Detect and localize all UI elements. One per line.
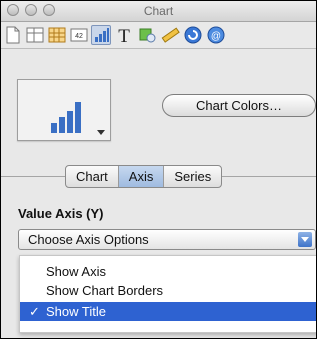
chart-icon[interactable] [91,25,111,45]
value-axis-label: Value Axis (Y) [18,206,104,221]
menu-item-show-title[interactable]: ✓ Show Title [20,302,316,321]
menu-item-label: Show Title [46,304,106,319]
link-icon[interactable] [183,25,203,45]
menu-item-show-axis[interactable]: Show Axis [20,262,316,281]
menu-item-label: Show Axis [46,264,106,279]
axis-options-value: Choose Axis Options [28,232,149,247]
tab-series[interactable]: Series [164,166,221,187]
tab-chart[interactable]: Chart [66,166,119,187]
menu-item-show-chart-borders[interactable]: Show Chart Borders [20,281,316,300]
axis-options-dropdown[interactable]: Choose Axis Options [18,229,316,250]
menu-item-label: Show Chart Borders [46,283,164,298]
svg-text:42: 42 [75,33,83,40]
chart-colors-button[interactable]: Chart Colors… [162,94,316,117]
number-field-icon[interactable]: 42 [69,25,89,45]
axis-options-menu: Show Axis Show Chart Borders ✓ Show Titl… [19,255,316,333]
svg-text:@: @ [211,31,221,42]
chevron-down-icon [97,130,105,135]
ruler-icon[interactable] [160,25,180,45]
table-icon[interactable] [25,25,45,45]
inspector-tabs: Chart Axis Series [65,165,223,188]
window-title: Chart [143,4,174,18]
checkmark-icon: ✓ [29,304,40,319]
shapes-icon[interactable] [137,25,157,45]
grid-icon[interactable] [47,25,67,45]
title-bar: Chart [1,1,316,22]
text-icon[interactable]: T [114,25,134,47]
chart-type-picker[interactable] [17,79,111,141]
inspector-toolbar: 42 T @ [1,22,316,49]
chart-inspector-window: Chart 42 T @ Chart Colors… Chart Axis Se… [0,0,317,339]
help-icon[interactable]: @ [206,25,226,45]
svg-text:T: T [118,26,130,45]
dropdown-arrow-icon[interactable] [298,232,312,247]
tab-axis[interactable]: Axis [118,166,165,187]
document-icon[interactable] [3,25,23,45]
